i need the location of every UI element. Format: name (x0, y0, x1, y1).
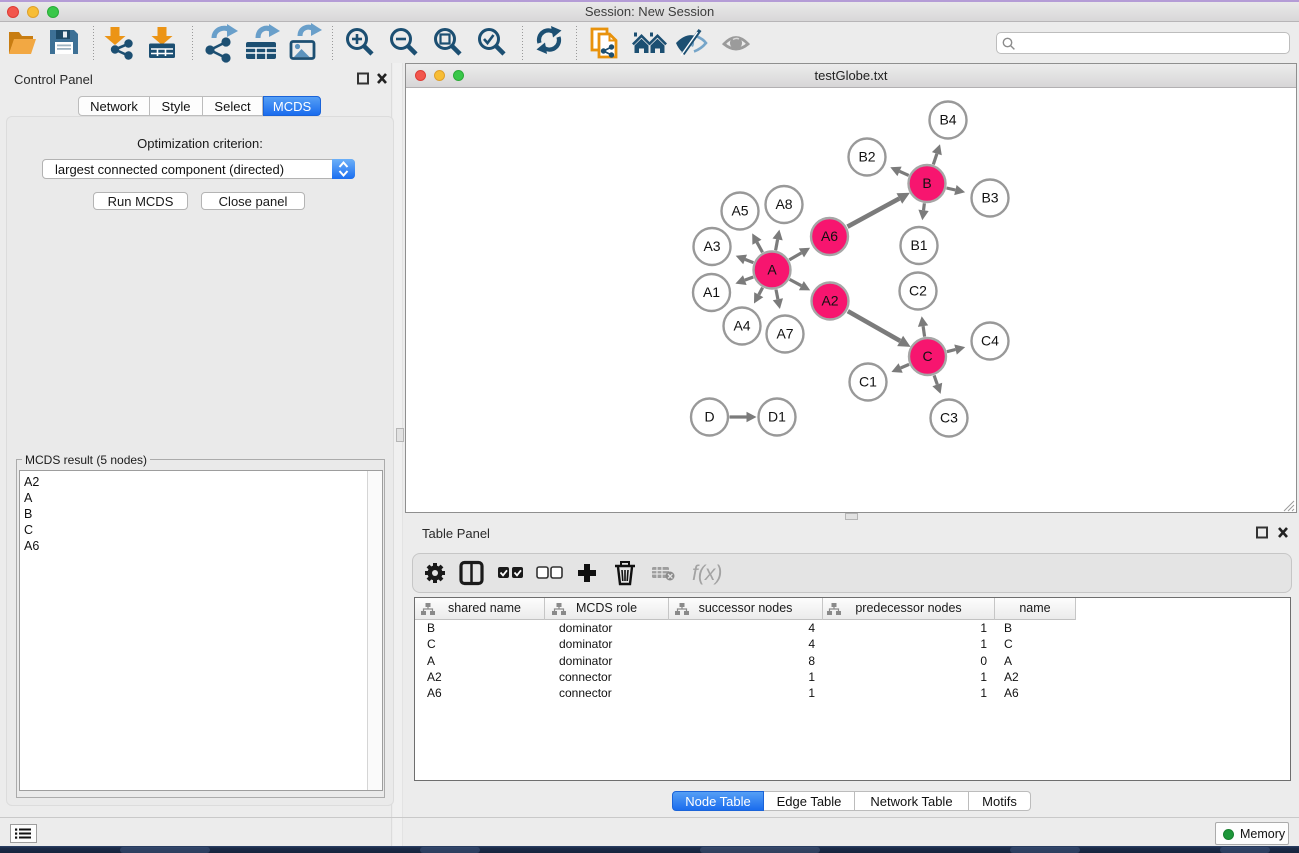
svg-text:C: C (922, 348, 932, 364)
svg-text:A3: A3 (703, 238, 720, 254)
svg-text:B3: B3 (981, 190, 998, 206)
svg-text:C1: C1 (859, 374, 877, 390)
svg-text:C3: C3 (940, 410, 958, 426)
svg-text:B4: B4 (939, 112, 956, 128)
svg-text:A6: A6 (821, 228, 838, 244)
svg-text:D: D (704, 409, 714, 425)
svg-text:A: A (767, 262, 777, 278)
svg-text:f(x): f(x) (692, 562, 722, 585)
svg-text:D1: D1 (768, 409, 786, 425)
svg-text:B1: B1 (910, 237, 927, 253)
svg-text:A2: A2 (821, 293, 838, 309)
svg-text:A7: A7 (776, 326, 793, 342)
svg-text:C4: C4 (981, 333, 999, 349)
svg-text:A4: A4 (733, 318, 750, 334)
svg-text:A5: A5 (731, 203, 748, 219)
svg-text:B: B (922, 175, 931, 191)
svg-text:A1: A1 (703, 284, 720, 300)
svg-text:C2: C2 (909, 283, 927, 299)
svg-text:B2: B2 (858, 149, 875, 165)
svg-text:A8: A8 (775, 196, 792, 212)
